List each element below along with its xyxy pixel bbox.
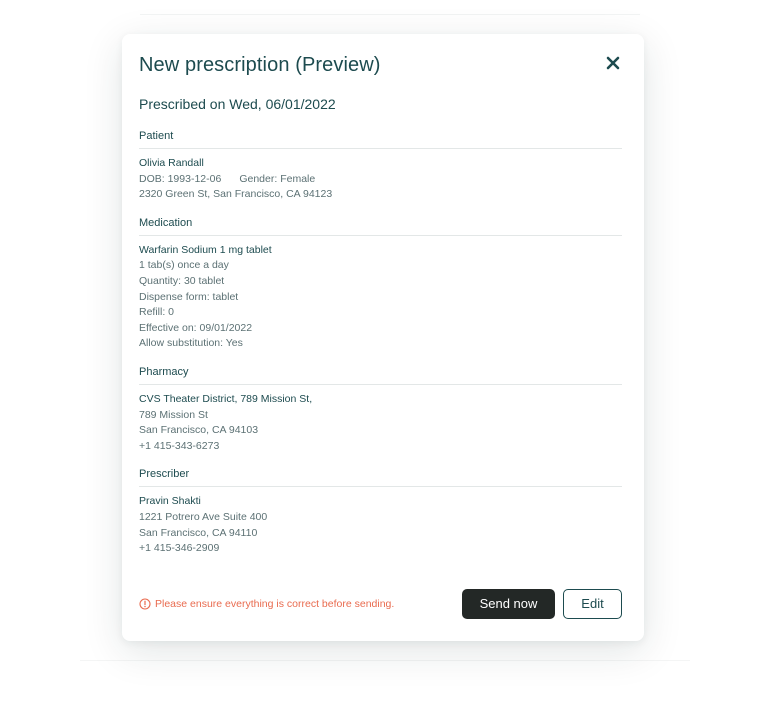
close-button[interactable]	[602, 52, 624, 74]
prescriber-name: Pravin Shakti	[139, 495, 201, 508]
warning-message: Please ensure everything is correct befo…	[139, 598, 462, 610]
backdrop-divider	[80, 660, 690, 661]
pharmacy-details: CVS Theater District, 789 Mission St, 78…	[139, 385, 622, 454]
medication-allow-substitution: Allow substitution: Yes	[139, 337, 243, 350]
patient-section: Patient Olivia Randall DOB: 1993-12-06 Ge…	[139, 130, 622, 203]
info-circle-icon	[139, 597, 151, 610]
close-icon	[606, 56, 620, 70]
section-heading-pharmacy: Pharmacy	[139, 366, 622, 385]
prescriber-details: Pravin Shakti 1221 Potrero Ave Suite 400…	[139, 487, 622, 556]
page-backdrop: New prescription (Preview) Prescribed on…	[0, 0, 768, 721]
pharmacy-name: CVS Theater District, 789 Mission St,	[139, 392, 313, 405]
medication-directions: 1 tab(s) once a day	[139, 259, 229, 272]
medication-section: Medication Warfarin Sodium 1 mg tablet 1…	[139, 217, 622, 352]
prescriber-street: 1221 Potrero Ave Suite 400	[139, 510, 268, 523]
warning-text: Please ensure everything is correct befo…	[155, 597, 395, 610]
patient-demographics: DOB: 1993-12-06 Gender: Female	[139, 172, 622, 188]
prescriber-phone: +1 415-346-2909	[139, 542, 220, 555]
modal-footer: Please ensure everything is correct befo…	[139, 588, 622, 619]
patient-details: Olivia Randall DOB: 1993-12-06 Gender: Fe…	[139, 149, 622, 203]
medication-quantity: Quantity: 30 tablet	[139, 274, 225, 287]
medication-name: Warfarin Sodium 1 mg tablet	[139, 243, 272, 256]
pharmacy-street: 789 Mission St	[139, 408, 208, 421]
backdrop-divider	[140, 14, 640, 15]
prescribed-on-date: Prescribed on Wed, 06/01/2022	[139, 96, 336, 112]
edit-button[interactable]: Edit	[563, 588, 622, 619]
patient-address: 2320 Green St, San Francisco, CA 94123	[139, 188, 333, 201]
pharmacy-city: San Francisco, CA 94103	[139, 424, 259, 437]
prescriber-section: Prescriber Pravin Shakti 1221 Potrero Av…	[139, 468, 622, 556]
medication-refill: Refill: 0	[139, 306, 175, 319]
pharmacy-section: Pharmacy CVS Theater District, 789 Missi…	[139, 366, 622, 454]
pharmacy-phone: +1 415-343-6273	[139, 439, 220, 452]
modal-title: New prescription (Preview)	[139, 54, 381, 76]
dob-label: DOB:	[139, 172, 165, 185]
send-now-button[interactable]: Send now	[462, 588, 555, 619]
medication-dispense-form: Dispense form: tablet	[139, 290, 239, 303]
section-heading-patient: Patient	[139, 130, 622, 149]
dob-value: 1993-12-06	[167, 172, 222, 185]
modal-header: New prescription (Preview)	[139, 52, 622, 84]
section-heading-prescriber: Prescriber	[139, 468, 622, 488]
medication-details: Warfarin Sodium 1 mg tablet 1 tab(s) onc…	[139, 236, 622, 352]
gender-value: Female	[280, 172, 316, 185]
medication-effective-on: Effective on: 09/01/2022	[139, 321, 253, 334]
patient-name: Olivia Randall	[139, 157, 204, 169]
prescription-preview-modal: New prescription (Preview) Prescribed on…	[122, 34, 644, 641]
gender-label: Gender:	[239, 172, 278, 185]
section-heading-medication: Medication	[139, 217, 622, 236]
prescriber-city: San Francisco, CA 94110	[139, 526, 258, 539]
